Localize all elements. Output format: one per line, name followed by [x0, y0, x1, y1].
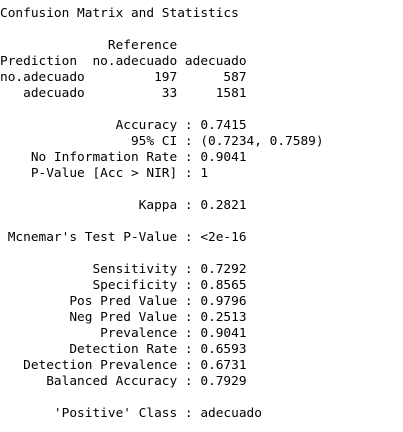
- matrix-reference-header: Reference: [0, 38, 178, 53]
- stat-neg-pred-value: Neg Pred Value : 0.2513: [0, 310, 247, 325]
- stat-no-information-rate: No Information Rate : 0.9041: [0, 150, 247, 165]
- matrix-row: no.adecuado 197 587: [0, 70, 247, 85]
- stat-balanced-accuracy: Balanced Accuracy : 0.7929: [0, 374, 247, 389]
- stat-confidence-interval: 95% CI : (0.7234, 0.7589): [0, 134, 324, 149]
- stat-kappa: Kappa : 0.2821: [0, 198, 247, 213]
- output-heading: Confusion Matrix and Statistics: [0, 6, 239, 21]
- stat-detection-prevalence: Detection Prevalence : 0.6731: [0, 358, 247, 373]
- console-output: Confusion Matrix and Statistics Referenc…: [0, 0, 403, 432]
- stat-pos-pred-value: Pos Pred Value : 0.9796: [0, 294, 247, 309]
- matrix-row: adecuado 33 1581: [0, 86, 247, 101]
- stat-prevalence: Prevalence : 0.9041: [0, 326, 247, 341]
- matrix-column-header-row: Prediction no.adecuado adecuado: [0, 54, 247, 69]
- stat-sensitivity: Sensitivity : 0.7292: [0, 262, 247, 277]
- stat-mcnemar-p-value: Mcnemar's Test P-Value : <2e-16: [0, 230, 247, 245]
- stat-specificity: Specificity : 0.8565: [0, 278, 247, 293]
- stat-p-value-acc-nir: P-Value [Acc > NIR] : 1: [0, 166, 209, 181]
- stat-positive-class: 'Positive' Class : adecuado: [0, 406, 262, 421]
- stat-detection-rate: Detection Rate : 0.6593: [0, 342, 247, 357]
- stat-accuracy: Accuracy : 0.7415: [0, 118, 247, 133]
